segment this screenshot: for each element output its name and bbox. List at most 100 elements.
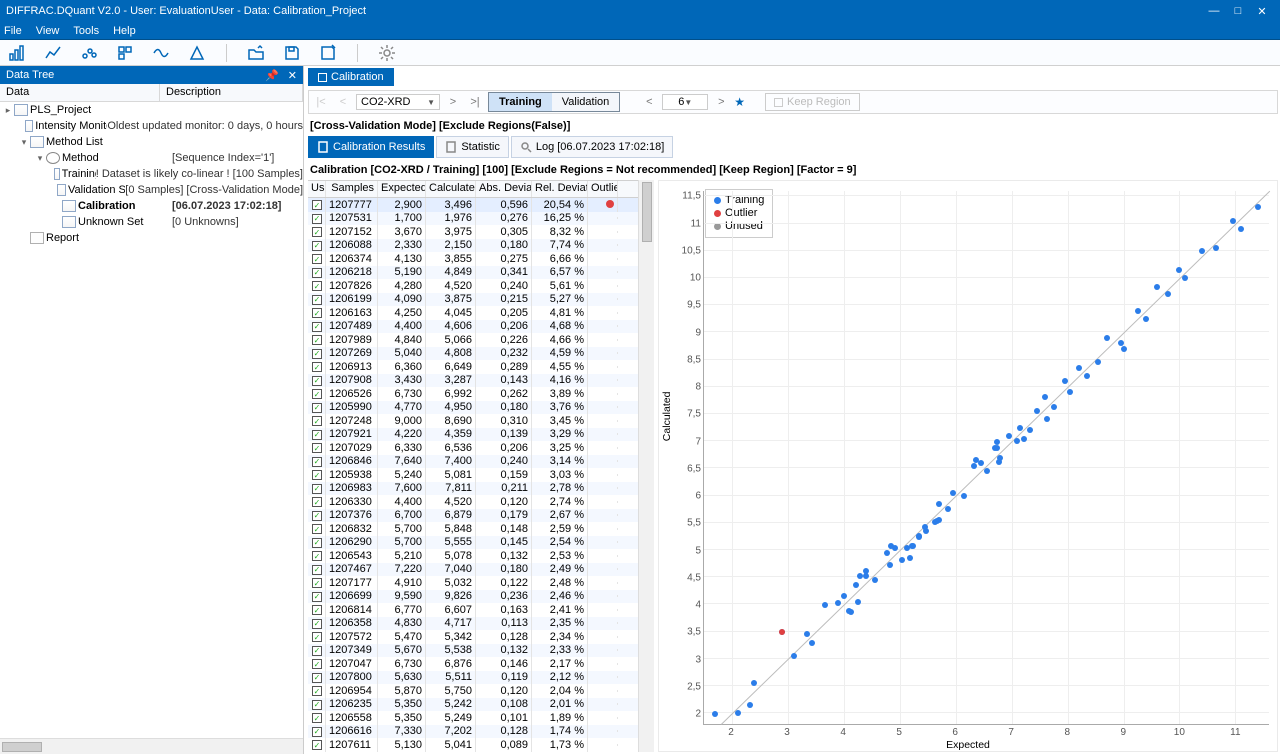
data-point[interactable] xyxy=(804,631,810,637)
data-point[interactable] xyxy=(907,555,913,561)
table-row[interactable]: ✓12063744,1303,8550,2756,66 % xyxy=(308,252,638,266)
use-checkbox[interactable]: ✓ xyxy=(312,214,322,224)
table-row[interactable]: ✓12074894,4004,6060,2064,68 % xyxy=(308,320,638,334)
use-checkbox[interactable]: ✓ xyxy=(312,268,322,278)
col-use[interactable]: Use xyxy=(308,181,326,197)
use-checkbox[interactable]: ✓ xyxy=(312,362,322,372)
data-point[interactable] xyxy=(936,517,942,523)
data-point[interactable] xyxy=(1062,378,1068,384)
table-row[interactable]: ✓12062185,1904,8490,3416,57 % xyxy=(308,266,638,280)
factor-prev[interactable]: < xyxy=(640,96,658,108)
tab-cal-results[interactable]: Calibration Results xyxy=(308,136,434,158)
data-point[interactable] xyxy=(855,599,861,605)
data-point[interactable] xyxy=(950,490,956,496)
data-point[interactable] xyxy=(997,455,1003,461)
tree-node[interactable]: Validation Set[0 Samples] [Cross-Validat… xyxy=(0,182,303,198)
data-point[interactable] xyxy=(1067,389,1073,395)
data-point[interactable] xyxy=(1017,425,1023,431)
data-point[interactable] xyxy=(922,524,928,530)
use-checkbox[interactable]: ✓ xyxy=(312,727,322,737)
data-point[interactable] xyxy=(1044,416,1050,422)
tree-node[interactable]: ▸PLS_Project xyxy=(0,102,303,118)
use-checkbox[interactable]: ✓ xyxy=(312,443,322,453)
col-rel-dev[interactable]: Rel. Deviation▾ xyxy=(532,181,588,197)
table-row[interactable]: ✓12072489,0008,6900,3103,45 % xyxy=(308,414,638,428)
data-point[interactable] xyxy=(978,460,984,466)
table-row[interactable]: ✓12062905,7005,5550,1452,54 % xyxy=(308,536,638,550)
data-point[interactable] xyxy=(835,600,841,606)
use-checkbox[interactable]: ✓ xyxy=(312,241,322,251)
nav-first[interactable]: |< xyxy=(312,96,330,108)
use-checkbox[interactable]: ✓ xyxy=(312,551,322,561)
table-row[interactable]: ✓12079894,8405,0660,2264,66 % xyxy=(308,333,638,347)
data-point[interactable] xyxy=(1121,346,1127,352)
table-row[interactable]: ✓12064788,0407,9070,1331,65 % xyxy=(308,752,638,753)
factor-next[interactable]: > xyxy=(712,96,730,108)
data-point[interactable] xyxy=(857,573,863,579)
data-point[interactable] xyxy=(994,445,1000,451)
table-row[interactable]: ✓12070296,3306,5360,2063,25 % xyxy=(308,441,638,455)
table-row[interactable]: ✓12065585,3505,2490,1011,89 % xyxy=(308,711,638,725)
chart-icon-3[interactable] xyxy=(80,44,98,62)
table-row[interactable]: ✓12076115,1305,0410,0891,73 % xyxy=(308,738,638,752)
table-row[interactable]: ✓12078005,6305,5110,1192,12 % xyxy=(308,671,638,685)
table-row[interactable]: ✓12072695,0404,8080,2324,59 % xyxy=(308,347,638,361)
data-point[interactable] xyxy=(887,562,893,568)
use-checkbox[interactable]: ✓ xyxy=(312,511,322,521)
data-point[interactable] xyxy=(971,463,977,469)
use-checkbox[interactable]: ✓ xyxy=(312,632,322,642)
nav-last[interactable]: >| xyxy=(466,96,484,108)
table-row[interactable]: ✓12061994,0903,8750,2155,27 % xyxy=(308,293,638,307)
data-point[interactable] xyxy=(1006,433,1012,439)
data-point[interactable] xyxy=(841,593,847,599)
data-point[interactable] xyxy=(1118,340,1124,346)
menu-file[interactable]: File xyxy=(4,25,22,37)
tree-node[interactable]: ▾Method[Sequence Index='1'] xyxy=(0,150,303,166)
use-checkbox[interactable]: ✓ xyxy=(312,686,322,696)
use-checkbox[interactable]: ✓ xyxy=(312,619,322,629)
data-point[interactable] xyxy=(1014,438,1020,444)
data-point[interactable] xyxy=(1135,308,1141,314)
data-point[interactable] xyxy=(1154,284,1160,290)
data-point[interactable] xyxy=(945,506,951,512)
use-checkbox[interactable]: ✓ xyxy=(312,497,322,507)
grid-vscroll[interactable] xyxy=(638,180,654,752)
data-point[interactable] xyxy=(884,550,890,556)
col-expected[interactable]: Expected xyxy=(378,181,426,197)
data-point[interactable] xyxy=(1230,218,1236,224)
chart-icon-5[interactable] xyxy=(152,44,170,62)
table-row[interactable]: ✓12071523,6703,9750,3058,32 % xyxy=(308,225,638,239)
use-checkbox[interactable]: ✓ xyxy=(312,254,322,264)
tree-node[interactable]: Intensity MonitorOldest updated monitor:… xyxy=(0,118,303,134)
panel-close-icon[interactable]: ✕ xyxy=(288,70,297,82)
data-point[interactable] xyxy=(853,582,859,588)
data-point[interactable] xyxy=(779,629,785,635)
table-row[interactable]: ✓12068146,7706,6070,1632,41 % xyxy=(308,603,638,617)
data-point[interactable] xyxy=(751,680,757,686)
nav-next[interactable]: > xyxy=(444,96,462,108)
chart-icon-2[interactable] xyxy=(44,44,62,62)
tree-node[interactable]: Report xyxy=(0,230,303,246)
use-checkbox[interactable]: ✓ xyxy=(312,349,322,359)
star-icon[interactable]: ★ xyxy=(734,95,745,109)
data-point[interactable] xyxy=(961,493,967,499)
data-point[interactable] xyxy=(1182,275,1188,281)
data-point[interactable] xyxy=(1021,436,1027,442)
saveas-icon[interactable] xyxy=(319,44,337,62)
table-row[interactable]: ✓12062355,3505,2420,1082,01 % xyxy=(308,698,638,712)
use-checkbox[interactable]: ✓ xyxy=(312,200,322,210)
table-row[interactable]: ✓12073766,7006,8790,1792,67 % xyxy=(308,509,638,523)
use-checkbox[interactable]: ✓ xyxy=(312,416,322,426)
col-data[interactable]: Data xyxy=(0,84,160,101)
menu-view[interactable]: View xyxy=(36,25,60,37)
col-abs-dev[interactable]: Abs. Deviation xyxy=(476,181,532,197)
data-point[interactable] xyxy=(910,543,916,549)
seg-training[interactable]: Training xyxy=(489,93,552,111)
nav-prev[interactable]: < xyxy=(334,96,352,108)
tree-node[interactable]: Training Set! Dataset is likely co-linea… xyxy=(0,166,303,182)
table-row[interactable]: ✓12075311,7001,9760,27616,25 % xyxy=(308,212,638,226)
use-checkbox[interactable]: ✓ xyxy=(312,538,322,548)
tree-body[interactable]: ▸PLS_ProjectIntensity MonitorOldest upda… xyxy=(0,102,303,738)
use-checkbox[interactable]: ✓ xyxy=(312,700,322,710)
table-row[interactable]: ✓12078264,2804,5200,2405,61 % xyxy=(308,279,638,293)
